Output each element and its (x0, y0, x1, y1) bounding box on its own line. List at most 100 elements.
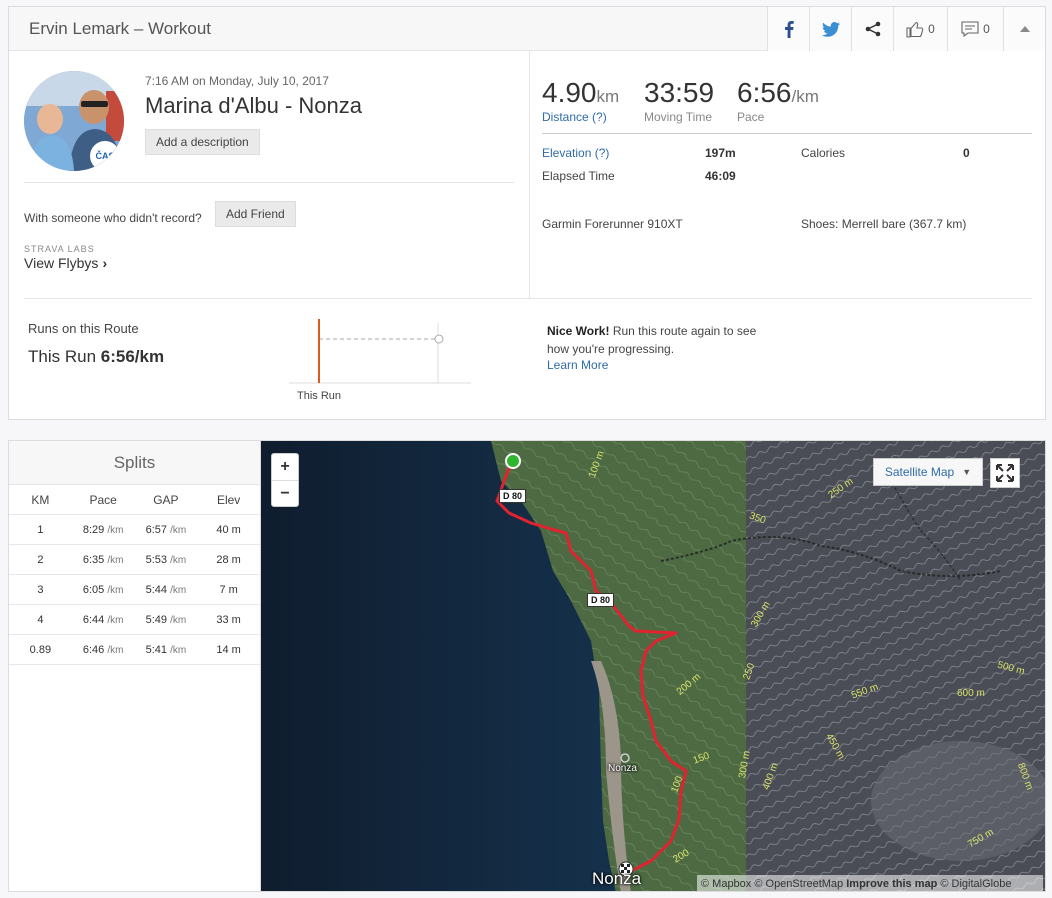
shoes-info: Shoes: Merrell bare (367.7 km) (801, 217, 967, 231)
distance-value: 4.90 (542, 77, 597, 108)
view-flybys-label: View Flybys (24, 255, 99, 271)
add-description-button[interactable]: Add a description (145, 129, 260, 155)
learn-more-link[interactable]: Learn More (547, 358, 608, 372)
elevation-label[interactable]: Elevation (?) (542, 146, 609, 160)
split-pace-unit: /km (107, 554, 124, 566)
table-row: 0.89 6:46 /km 5:41 /km 14 m (9, 635, 260, 665)
elapsed-time-label: Elapsed Time (542, 169, 615, 183)
table-row: 3 6:05 /km 5:44 /km 7 m (9, 575, 260, 605)
improve-map-link[interactable]: Improve this map (846, 878, 937, 890)
chart-this-run-label: This Run (297, 390, 341, 402)
split-km: 2 (37, 553, 44, 566)
split-pace: 6:05 /km (72, 584, 135, 596)
satellite-map-image (261, 441, 1045, 891)
map-type-label: Satellite Map (884, 465, 955, 479)
split-gap-unit: /km (170, 614, 187, 626)
split-elev: 40 m (216, 523, 241, 536)
column-header-gap: GAP (153, 492, 179, 507)
split-km: 4 (37, 613, 44, 626)
activity-card: Ervin Lemark – Workout 0 0 ČAS 7:16 AM o… (8, 6, 1046, 420)
pace-label: Pace (737, 110, 765, 124)
route-title: Runs on this Route (28, 321, 139, 336)
zoom-out-button[interactable]: − (272, 480, 298, 506)
strava-labs-label: STRAVA LABS (24, 244, 95, 254)
split-pace: 6:35 /km (72, 554, 135, 566)
splits-panel: Splits KM Pace GAP Elev 1 8:29 /km 6:57 /k… (8, 440, 260, 892)
view-flybys-link[interactable]: View Flybys › (24, 255, 107, 271)
split-pace-value: 6:44 (82, 613, 105, 626)
town-label: Nonza (608, 763, 637, 774)
split-gap-unit: /km (170, 584, 187, 596)
attribution-mapbox-osm[interactable]: © Mapbox © OpenStreetMap (701, 878, 843, 890)
social-actions: 0 0 (767, 7, 1045, 51)
map-attribution: © Mapbox © OpenStreetMap Improve this ma… (697, 875, 1043, 891)
chart-future-point (434, 334, 444, 344)
share-icon (865, 21, 880, 37)
split-pace: 8:29 /km (72, 524, 135, 536)
calories-value: 0 (963, 146, 970, 160)
split-pace-unit: /km (107, 524, 124, 536)
page-title: Ervin Lemark – Workout (29, 19, 212, 38)
split-elev: 33 m (216, 613, 241, 626)
calories-label: Calories (801, 146, 846, 160)
column-header-km: KM (31, 492, 50, 507)
distance-unit: km (596, 87, 620, 106)
split-km: 1 (37, 523, 44, 536)
route-comparison-chart: This Run (289, 319, 471, 402)
route-map[interactable]: D 80 D 80 Nonza Nonza 100 m 350 250 m 30… (260, 440, 1046, 892)
elevation-value: 197m (705, 146, 736, 160)
splits-header-row: KM Pace GAP Elev (9, 485, 260, 515)
nice-work-text: Nice Work! Run this route again to see h… (547, 322, 777, 358)
split-pace-value: 6:46 (82, 643, 105, 656)
split-pace: 6:44 /km (72, 614, 135, 626)
split-pace-value: 8:29 (82, 523, 105, 536)
device-name: Garmin Forerunner 910XT (542, 217, 683, 231)
attribution-digitalglobe[interactable]: © DigitalGlobe (940, 878, 1011, 890)
zoom-in-button[interactable]: + (272, 454, 298, 480)
add-friend-button[interactable]: Add Friend (215, 201, 296, 227)
route-this-run: This Run 6:56/km (28, 347, 164, 367)
map-zoom-control: + − (271, 453, 299, 507)
contour-label: 600 m (957, 688, 985, 699)
split-km: 3 (37, 583, 44, 596)
distance-label[interactable]: Distance (?) (542, 110, 619, 124)
elapsed-time-value: 46:09 (705, 169, 736, 183)
split-gap-value: 5:41 (145, 643, 167, 656)
kudos-count: 0 (928, 22, 935, 36)
split-pace-unit: /km (107, 584, 124, 596)
facebook-icon (784, 21, 794, 38)
twitter-share-button[interactable] (809, 7, 851, 51)
route-run-pace: 6:56/km (100, 347, 165, 366)
share-button[interactable] (851, 7, 893, 51)
moving-time-label: Moving Time (644, 110, 713, 124)
split-elev: 28 m (216, 553, 241, 566)
split-gap-value: 6:57 (145, 523, 167, 536)
route-run-prefix: This Run (28, 347, 97, 366)
map-type-dropdown[interactable]: Satellite Map ▼ (873, 458, 983, 486)
splits-table-body: 1 8:29 /km 6:57 /km 40 m 2 6:35 /km 5:53 /km 28… (9, 515, 260, 665)
kudos-button[interactable]: 0 (893, 7, 947, 51)
divider (542, 133, 1032, 134)
activity-datetime: 7:16 AM on Monday, July 10, 2017 (145, 74, 329, 88)
table-row: 4 6:44 /km 5:49 /km 33 m (9, 605, 260, 635)
avatar[interactable]: ČAS (24, 71, 124, 171)
split-pace: 6:46 /km (72, 644, 135, 656)
split-gap-value: 5:49 (145, 613, 167, 626)
collapse-button[interactable] (1003, 7, 1045, 51)
fullscreen-button[interactable] (990, 458, 1020, 488)
split-gap: 5:49 /km (135, 614, 198, 626)
split-gap-unit: /km (170, 524, 187, 536)
chevron-up-icon (1019, 26, 1030, 32)
road-label: D 80 (587, 593, 615, 607)
column-header-elev: Elev (216, 492, 241, 507)
nice-work-bold: Nice Work! (547, 324, 610, 338)
team-badge: ČAS (90, 141, 120, 171)
comment-button[interactable]: 0 (947, 7, 1003, 51)
split-elev: 7 m (219, 583, 238, 596)
facebook-share-button[interactable] (767, 7, 809, 51)
split-gap: 5:41 /km (135, 644, 198, 656)
column-header-pace: Pace (89, 492, 117, 507)
pace-value: 6:56 (737, 77, 792, 108)
pace-stat: 6:56/km Pace (737, 77, 819, 124)
table-row: 1 8:29 /km 6:57 /km 40 m (9, 515, 260, 545)
